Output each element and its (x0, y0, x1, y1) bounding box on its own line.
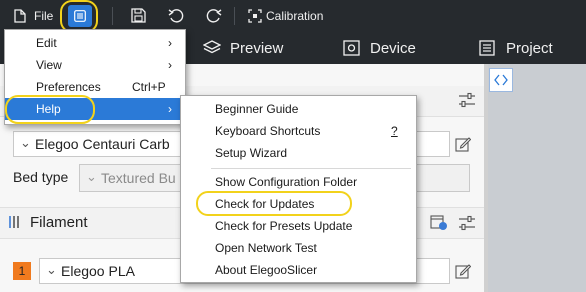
keyboard-shortcuts-label: Keyboard Shortcuts (215, 124, 321, 138)
chevron-down-icon: ⌄ (46, 262, 57, 277)
keyboard-shortcuts-shortcut: ? (391, 124, 398, 138)
tab-device[interactable]: Device (340, 38, 430, 60)
menu-item-help[interactable]: Help › (5, 98, 185, 120)
tab-preview-label: Preview (230, 40, 284, 57)
menu-item-view-label: View (36, 58, 62, 72)
menu-item-show-config-folder[interactable]: Show Configuration Folder (181, 171, 416, 193)
menu-item-setup-wizard[interactable]: Setup Wizard (181, 142, 416, 164)
calibration-icon (248, 9, 262, 23)
expand-arrows-icon (494, 74, 508, 86)
check-for-updates-label: Check for Updates (215, 197, 315, 211)
bed-type-label: Bed type (13, 169, 69, 185)
menu-item-about[interactable]: About ElegooSlicer (181, 259, 416, 281)
tab-project-label: Project (506, 40, 553, 57)
file-menu-label: File (34, 9, 54, 23)
chevron-down-icon: ⌄ (86, 169, 97, 184)
file-icon (14, 9, 26, 23)
printer-preset-value: Elegoo Centauri Carb (35, 136, 170, 152)
menu-item-edit[interactable]: Edit › (5, 32, 185, 54)
chevron-right-icon: › (168, 102, 172, 116)
collapse-sidebar-button[interactable] (489, 68, 513, 92)
menu-item-check-presets-update[interactable]: Check for Presets Update (181, 215, 416, 237)
menu-item-keyboard-shortcuts[interactable]: Keyboard Shortcuts ? (181, 120, 416, 142)
help-submenu: Beginner Guide Keyboard Shortcuts ? Setu… (180, 95, 417, 283)
tab-project[interactable]: Project (476, 38, 576, 60)
edit-icon[interactable] (455, 136, 471, 152)
bed-type-value: Textured Bu (101, 170, 176, 186)
about-label: About ElegooSlicer (215, 263, 318, 277)
sliders-icon[interactable] (458, 215, 476, 231)
beginner-guide-label: Beginner Guide (215, 102, 299, 116)
chevron-right-icon: › (168, 58, 172, 72)
filament-spool-icon (9, 216, 19, 228)
device-icon (343, 40, 360, 56)
menu-item-help-label: Help (36, 102, 61, 116)
filament-section-label: Filament (30, 214, 88, 231)
file-menu-button[interactable]: File (8, 6, 56, 26)
menu-item-edit-label: Edit (36, 36, 57, 50)
open-network-test-label: Open Network Test (215, 241, 317, 255)
undo-icon[interactable] (168, 8, 184, 24)
chevron-down-icon: ⌄ (20, 135, 31, 150)
menu-separator (211, 168, 411, 169)
project-icon (479, 40, 495, 56)
main-menu: Edit › View › Preferences Ctrl+P Help › (4, 29, 186, 125)
menu-item-beginner-guide[interactable]: Beginner Guide (181, 98, 416, 120)
tab-device-label: Device (370, 40, 416, 57)
calibration-label: Calibration (266, 9, 324, 23)
check-presets-update-label: Check for Presets Update (215, 219, 353, 233)
layers-icon (203, 40, 221, 54)
calibration-button[interactable]: Calibration (244, 6, 334, 26)
edit-icon[interactable] (455, 263, 471, 279)
menu-list-icon (74, 10, 86, 22)
toolbar-divider (234, 7, 235, 25)
menu-item-preferences-label: Preferences (36, 80, 101, 94)
filament-sync-icon[interactable] (430, 213, 448, 231)
menu-item-open-network-test[interactable]: Open Network Test (181, 237, 416, 259)
menu-item-view[interactable]: View › (5, 54, 185, 76)
filament-slot-badge[interactable]: 1 (13, 262, 31, 280)
filament-slot-number: 1 (18, 264, 26, 278)
viewport-area (488, 64, 586, 292)
filament-preset-value: Elegoo PLA (61, 263, 135, 279)
preferences-shortcut: Ctrl+P (132, 80, 166, 94)
setup-wizard-label: Setup Wizard (215, 146, 288, 160)
toolbar-divider (112, 7, 113, 25)
menu-item-check-for-updates[interactable]: Check for Updates (181, 193, 416, 215)
redo-icon[interactable] (206, 8, 222, 24)
main-menu-button[interactable] (68, 5, 92, 27)
tab-preview[interactable]: Preview (200, 38, 300, 60)
show-config-folder-label: Show Configuration Folder (215, 175, 358, 189)
chevron-right-icon: › (168, 36, 172, 50)
sliders-icon[interactable] (458, 92, 476, 108)
menu-item-preferences[interactable]: Preferences Ctrl+P (5, 76, 185, 98)
save-icon[interactable] (131, 8, 146, 23)
